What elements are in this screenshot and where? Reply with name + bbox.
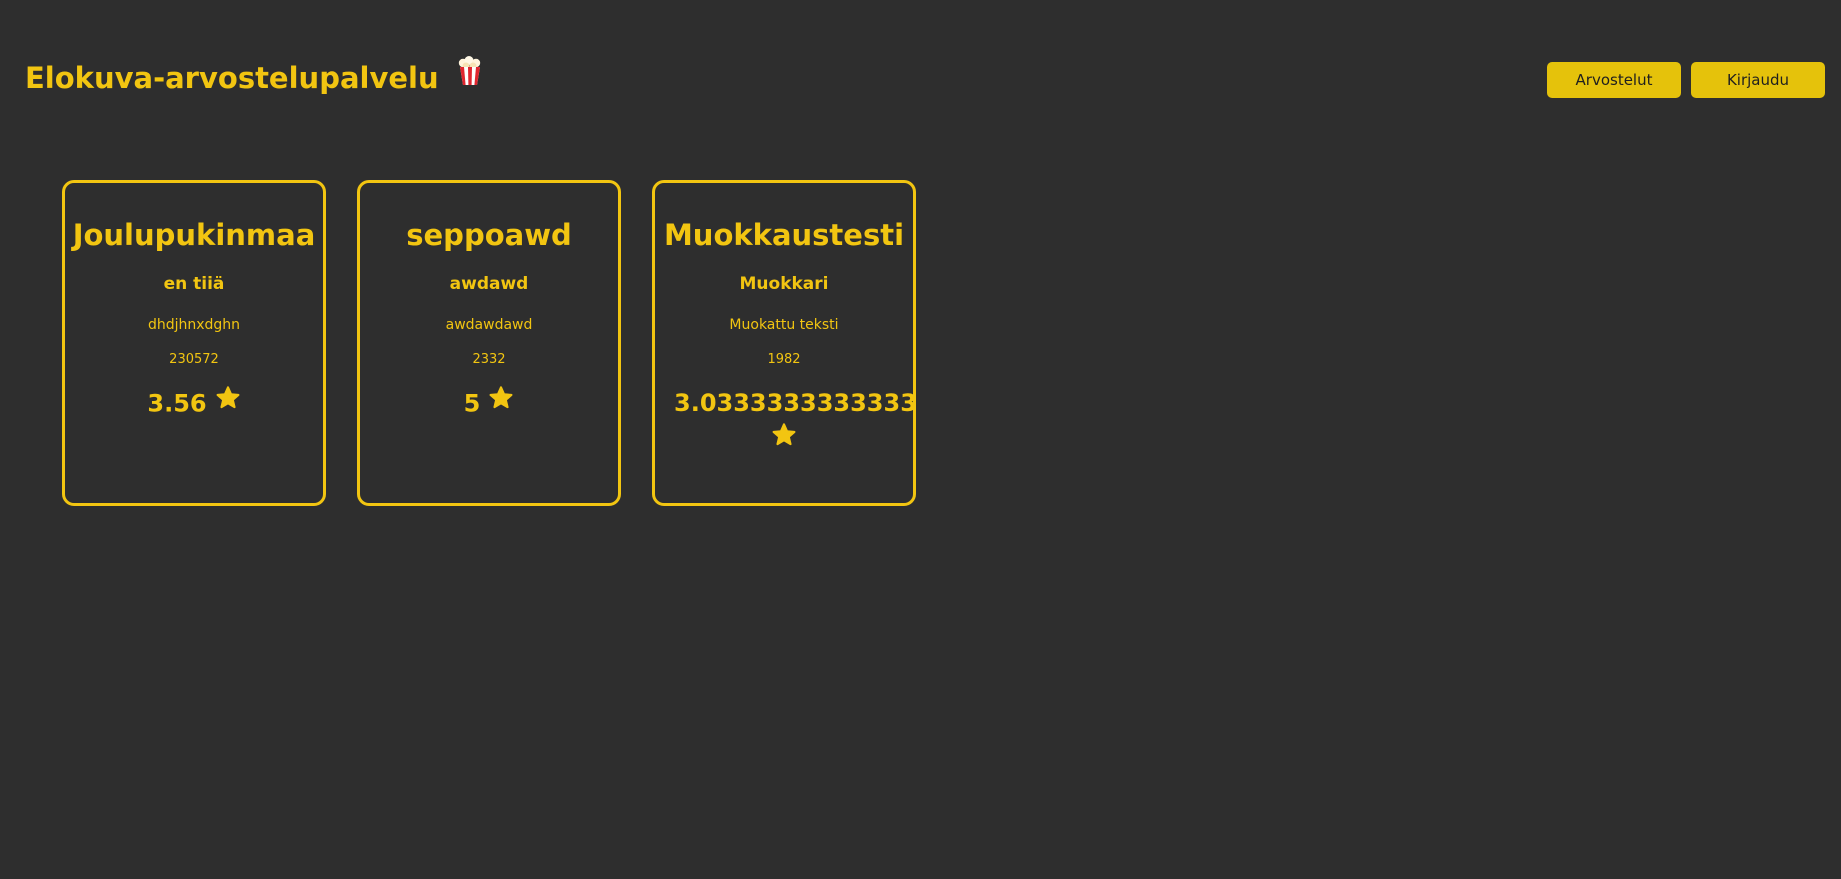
card-text: Muokattu teksti — [729, 317, 839, 333]
card-rating: 3.56 — [84, 385, 304, 420]
card-rating: 3.0333333333333 — [674, 387, 917, 455]
card-subtitle: awdawd — [449, 274, 529, 294]
site-header: Elokuva-arvostelupalvelu Arvostelut Kirj… — [0, 0, 1841, 140]
nav-buttons: Arvostelut Kirjaudu — [1547, 62, 1825, 98]
review-card[interactable]: seppoawd awdawd awdawdawd 2332 5 — [357, 180, 621, 506]
rating-value: 5 — [463, 389, 481, 418]
site-title-text: Elokuva-arvostelupalvelu — [25, 61, 439, 95]
star-icon — [674, 422, 894, 455]
review-card[interactable]: Muokkaustesti Muokkari Muokattu teksti 1… — [652, 180, 917, 506]
site-title[interactable]: Elokuva-arvostelupalvelu — [25, 56, 483, 100]
card-year: 1982 — [767, 352, 801, 367]
card-title: Muokkaustesti — [663, 218, 905, 252]
card-subtitle: en tiiä — [163, 274, 225, 294]
star-icon — [215, 385, 241, 418]
review-card-list: Joulupukinmaa en tiiä dhdjhnxdghn 230572… — [62, 180, 917, 506]
card-year: 2332 — [472, 352, 506, 367]
card-title: seppoawd — [406, 218, 572, 252]
popcorn-icon — [457, 56, 483, 96]
review-card[interactable]: Joulupukinmaa en tiiä dhdjhnxdghn 230572… — [62, 180, 326, 506]
reviews-button[interactable]: Arvostelut — [1547, 62, 1681, 98]
rating-value: 3.0333333333333 — [674, 389, 917, 417]
card-text: awdawdawd — [445, 317, 533, 333]
star-icon — [488, 385, 514, 418]
card-text: dhdjhnxdghn — [147, 317, 241, 333]
card-subtitle: Muokkari — [739, 274, 829, 294]
login-button[interactable]: Kirjaudu — [1691, 62, 1825, 98]
card-year: 230572 — [169, 352, 219, 367]
rating-value: 3.56 — [147, 389, 207, 418]
card-rating: 5 — [379, 385, 599, 420]
card-title: Joulupukinmaa — [72, 218, 316, 252]
